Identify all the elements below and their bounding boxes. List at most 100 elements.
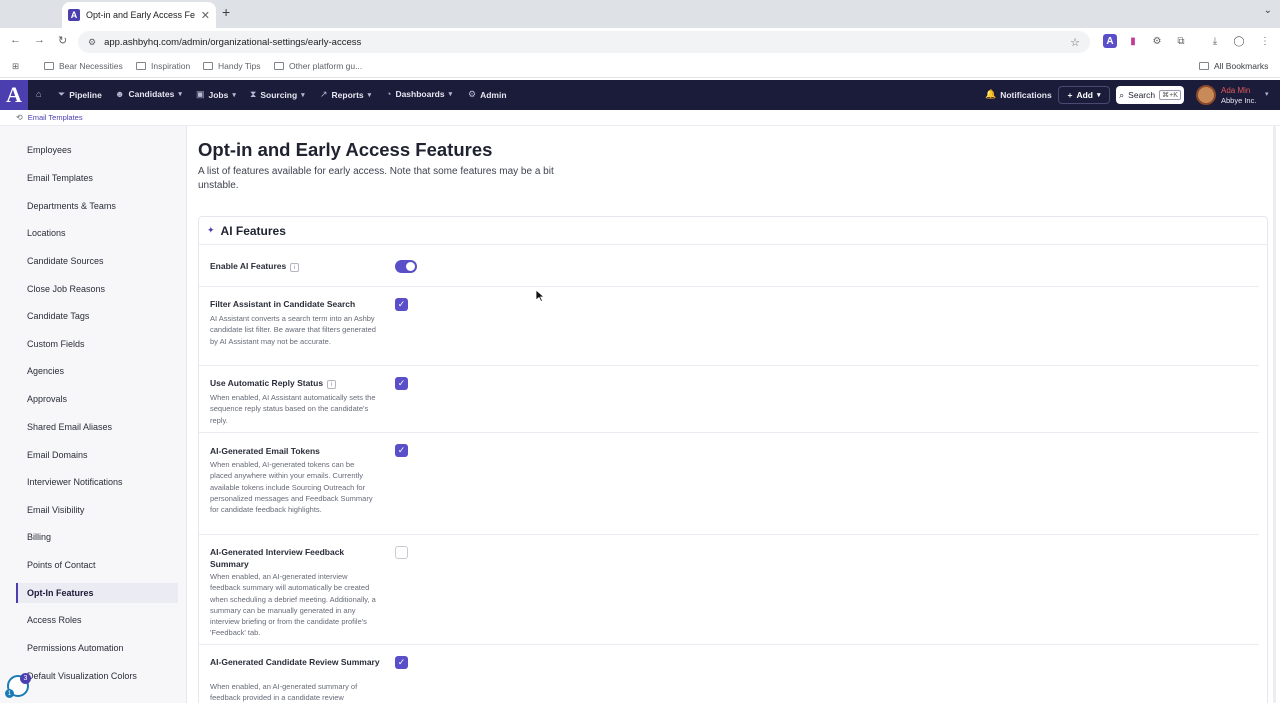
tab-title: Opt-in and Early Access Feat (86, 10, 195, 20)
feature-label: AI-Generated Candidate Review Summary (210, 657, 380, 667)
sidebar-item-email-domains[interactable]: Email Domains (16, 445, 178, 465)
nav-jobs[interactable]: ▣ Jobs ▾ (196, 89, 236, 100)
bookmark-inspiration[interactable]: Inspiration (136, 61, 190, 71)
browser-tabstrip: A Opt-in and Early Access Feat ✕ + ⌄ (0, 0, 1280, 28)
info-icon[interactable]: i (290, 263, 300, 272)
nav-sourcing[interactable]: ⧗ Sourcing ▾ (250, 89, 305, 100)
search-icon: ⌕ (1119, 89, 1125, 100)
reload-icon[interactable]: ↻ (58, 34, 67, 47)
feature-description: AI Assistant converts a search term into… (210, 314, 376, 346)
bookmark-handy-tips[interactable]: Handy Tips (203, 61, 261, 71)
email-tokens-checkbox[interactable]: ✓ (395, 444, 408, 457)
bookmark-other-platform[interactable]: Other platform gu... (274, 61, 362, 71)
search-button[interactable]: ⌕ Search ⌘+K (1116, 86, 1184, 104)
notification-count-badge: 3 (20, 673, 31, 684)
download-icon[interactable]: ⤓ (1208, 34, 1222, 48)
feedback-summary-checkbox[interactable] (395, 546, 408, 559)
sidebar-item-custom-fields[interactable]: Custom Fields (16, 334, 178, 354)
section-title: AI Features (220, 223, 286, 238)
feature-row-email-tokens: AI-Generated Email Tokens When enabled, … (199, 433, 1259, 535)
nav-candidates[interactable]: ☻ Candidates ▾ (115, 89, 182, 99)
sidebar-item-points-of-contact[interactable]: Points of Contact (16, 555, 178, 575)
sidebar-item-opt-in-features[interactable]: Opt-In Features (16, 583, 178, 603)
tab-search-chevron-icon[interactable]: ⌄ (1264, 5, 1272, 16)
check-icon: ✓ (397, 445, 406, 455)
site-info-icon[interactable]: ⚙ (88, 37, 96, 48)
profile-icon[interactable]: ◯ (1232, 34, 1246, 48)
sidebar-item-permissions-automation[interactable]: Permissions Automation (16, 638, 178, 658)
nav-admin[interactable]: ⚙ Admin (468, 89, 507, 100)
nav-pipeline[interactable]: ⏷ Pipeline (58, 89, 102, 100)
bookmark-bear-necessities[interactable]: Bear Necessities (44, 61, 123, 71)
forward-arrow-icon[interactable]: → (34, 34, 45, 46)
info-icon[interactable]: i (327, 380, 337, 389)
feature-row-filter-assistant: Filter Assistant in Candidate Search AI … (199, 287, 1259, 366)
feature-label: AI-Generated Interview Feedback Summary (210, 547, 345, 569)
sidebar-item-candidate-sources[interactable]: Candidate Sources (16, 251, 178, 271)
add-button[interactable]: + Add ▾ (1058, 86, 1110, 104)
ashby-logo[interactable]: A (0, 80, 28, 110)
section-header: ✦ AI Features (199, 217, 1267, 245)
sidebar-item-billing[interactable]: Billing (16, 527, 178, 547)
toggle-knob (406, 262, 415, 271)
puzzle-extension-icon[interactable]: ⧉ (1174, 34, 1188, 48)
plus-icon: + (1067, 90, 1073, 100)
nav-dashboards[interactable]: ◔ Dashboards ▾ (386, 89, 452, 99)
sidebar-item-locations[interactable]: Locations (16, 223, 178, 243)
bookmark-star-icon[interactable]: ☆ (1070, 36, 1080, 49)
candidate-review-summary-checkbox[interactable]: ✓ (395, 656, 408, 669)
extension-icon[interactable]: ▮ (1126, 34, 1140, 48)
admin-sidebar: Employees Email Templates Departments & … (0, 126, 187, 703)
sidebar-item-email-templates[interactable]: Email Templates (16, 168, 178, 188)
check-icon: ✓ (397, 378, 406, 388)
feature-row-enable-ai: Enable AI Features i (199, 245, 1259, 287)
close-tab-icon[interactable]: ✕ (201, 9, 210, 22)
chevron-down-icon: ▾ (1096, 92, 1101, 99)
feature-description: When enabled, an AI-generated summary of… (210, 682, 358, 703)
user-menu[interactable]: Ada Min Abbye Inc. (1221, 86, 1256, 106)
settings-extension-icon[interactable]: ⚙ (1150, 34, 1164, 48)
chevron-down-icon: ▾ (367, 91, 372, 99)
browser-tab[interactable]: A Opt-in and Early Access Feat ✕ (62, 2, 216, 28)
new-tab-button[interactable]: + (222, 4, 230, 20)
page-scrollbar[interactable] (1272, 126, 1278, 703)
apps-grid-icon[interactable]: ⊞ (12, 61, 19, 72)
sidebar-item-access-roles[interactable]: Access Roles (16, 610, 178, 630)
sidebar-item-default-visualization-colors[interactable]: Default Visualization Colors (16, 666, 178, 686)
help-widget-button[interactable]: 3 1 (5, 673, 31, 698)
bookmarks-bar: ⊞ Bear Necessities Inspiration Handy Tip… (0, 56, 1280, 78)
ashby-extension-icon[interactable]: A (1103, 34, 1117, 48)
chevron-down-icon: ▾ (448, 91, 453, 98)
enable-ai-toggle[interactable] (395, 260, 417, 273)
chevron-down-icon[interactable]: ▾ (1265, 90, 1269, 98)
all-bookmarks[interactable]: All Bookmarks (1199, 61, 1268, 71)
back-arrow-icon[interactable]: ← (10, 34, 21, 46)
address-bar[interactable]: ⚙ app.ashbyhq.com/admin/organizational-s… (78, 31, 1090, 53)
auto-reply-status-checkbox[interactable]: ✓ (395, 377, 408, 390)
feature-description: When enabled, AI-generated tokens can be… (210, 460, 373, 515)
sidebar-item-approvals[interactable]: Approvals (16, 389, 178, 409)
notifications-button[interactable]: 🔔 Notifications (985, 89, 1052, 100)
sidebar-item-departments[interactable]: Departments & Teams (16, 196, 178, 216)
sourcing-icon: ⧗ (250, 89, 257, 99)
app-navbar: A ⌂ ⏷ Pipeline ☻ Candidates ▾ ▣ Jobs ▾ ⧗ Sourc… (0, 80, 1280, 110)
filter-assistant-checkbox[interactable]: ✓ (395, 298, 408, 311)
user-avatar[interactable] (1196, 85, 1216, 105)
sidebar-item-employees[interactable]: Employees (16, 140, 178, 160)
sidebar-item-close-job-reasons[interactable]: Close Job Reasons (16, 279, 178, 299)
sidebar-item-interviewer-notifications[interactable]: Interviewer Notifications (16, 472, 178, 492)
feature-row-candidate-review-summary: AI-Generated Candidate Review Summary Wh… (199, 645, 1259, 703)
browser-menu-icon[interactable]: ⋮ (1258, 34, 1272, 48)
folder-icon (136, 62, 146, 70)
feature-description: When enabled, an AI-generated interview … (210, 572, 376, 638)
nav-reports[interactable]: ↗ Reports ▾ (320, 89, 371, 100)
dashboard-icon: ◔ (386, 89, 392, 99)
breadcrumb-link[interactable]: ⟲ Email Templates (16, 113, 83, 122)
sidebar-item-candidate-tags[interactable]: Candidate Tags (16, 306, 178, 326)
sidebar-item-email-visibility[interactable]: Email Visibility (16, 500, 178, 520)
sidebar-item-shared-email-aliases[interactable]: Shared Email Aliases (16, 417, 178, 437)
home-icon[interactable]: ⌂ (36, 89, 41, 99)
chevron-down-icon: ▾ (232, 91, 236, 99)
sidebar-item-agencies[interactable]: Agencies (16, 361, 178, 381)
chevron-down-icon: ▾ (178, 91, 182, 98)
